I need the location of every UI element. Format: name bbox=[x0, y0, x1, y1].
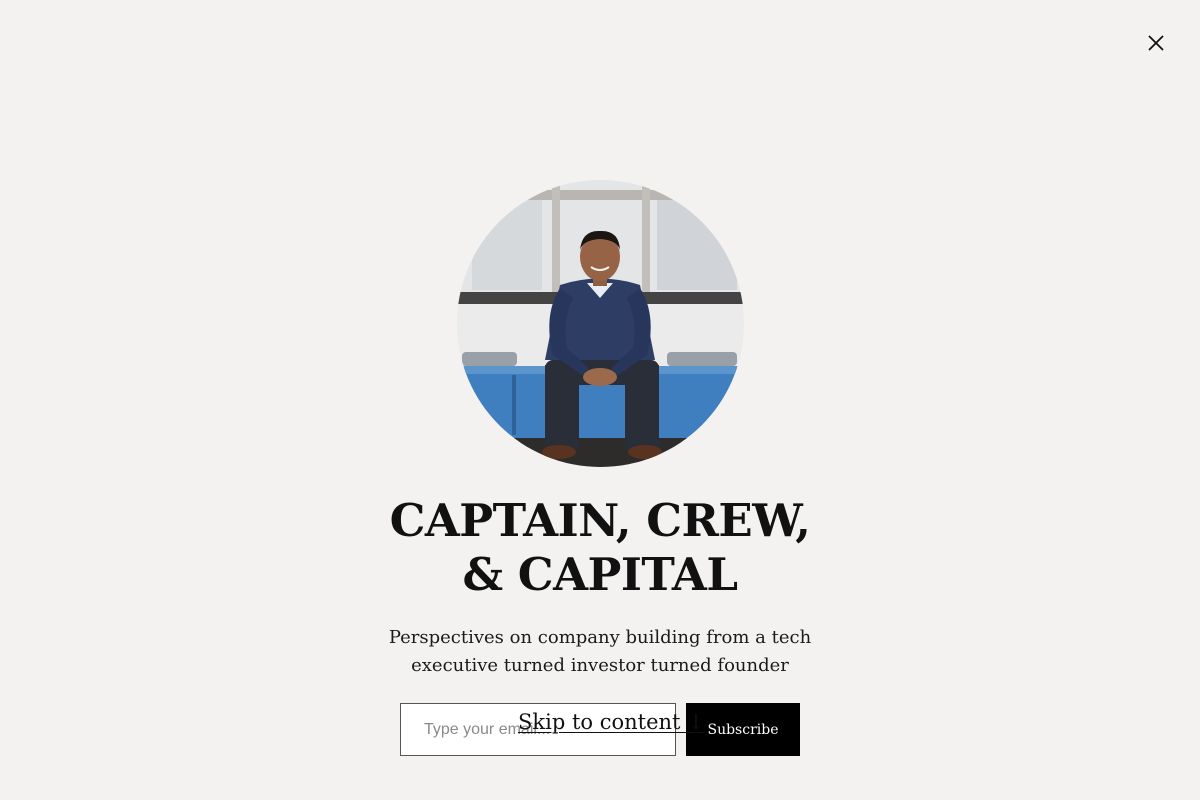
skip-to-content-link[interactable]: Skip to content ↓ bbox=[518, 707, 705, 737]
newsletter-modal: CAPTAIN, CREW, & CAPITAL Perspectives on… bbox=[0, 0, 1200, 800]
close-button[interactable] bbox=[1144, 31, 1168, 55]
close-icon bbox=[1148, 35, 1164, 51]
title-line-2: & CAPITAL bbox=[462, 548, 739, 601]
title-line-1: CAPTAIN, CREW, bbox=[389, 494, 811, 547]
description-line-2: executive turned investor turned founder bbox=[411, 655, 789, 676]
author-avatar bbox=[457, 180, 744, 467]
publication-description: Perspectives on company building from a … bbox=[350, 624, 850, 680]
publication-title: CAPTAIN, CREW, & CAPITAL bbox=[300, 494, 900, 602]
description-line-1: Perspectives on company building from a … bbox=[388, 627, 812, 648]
